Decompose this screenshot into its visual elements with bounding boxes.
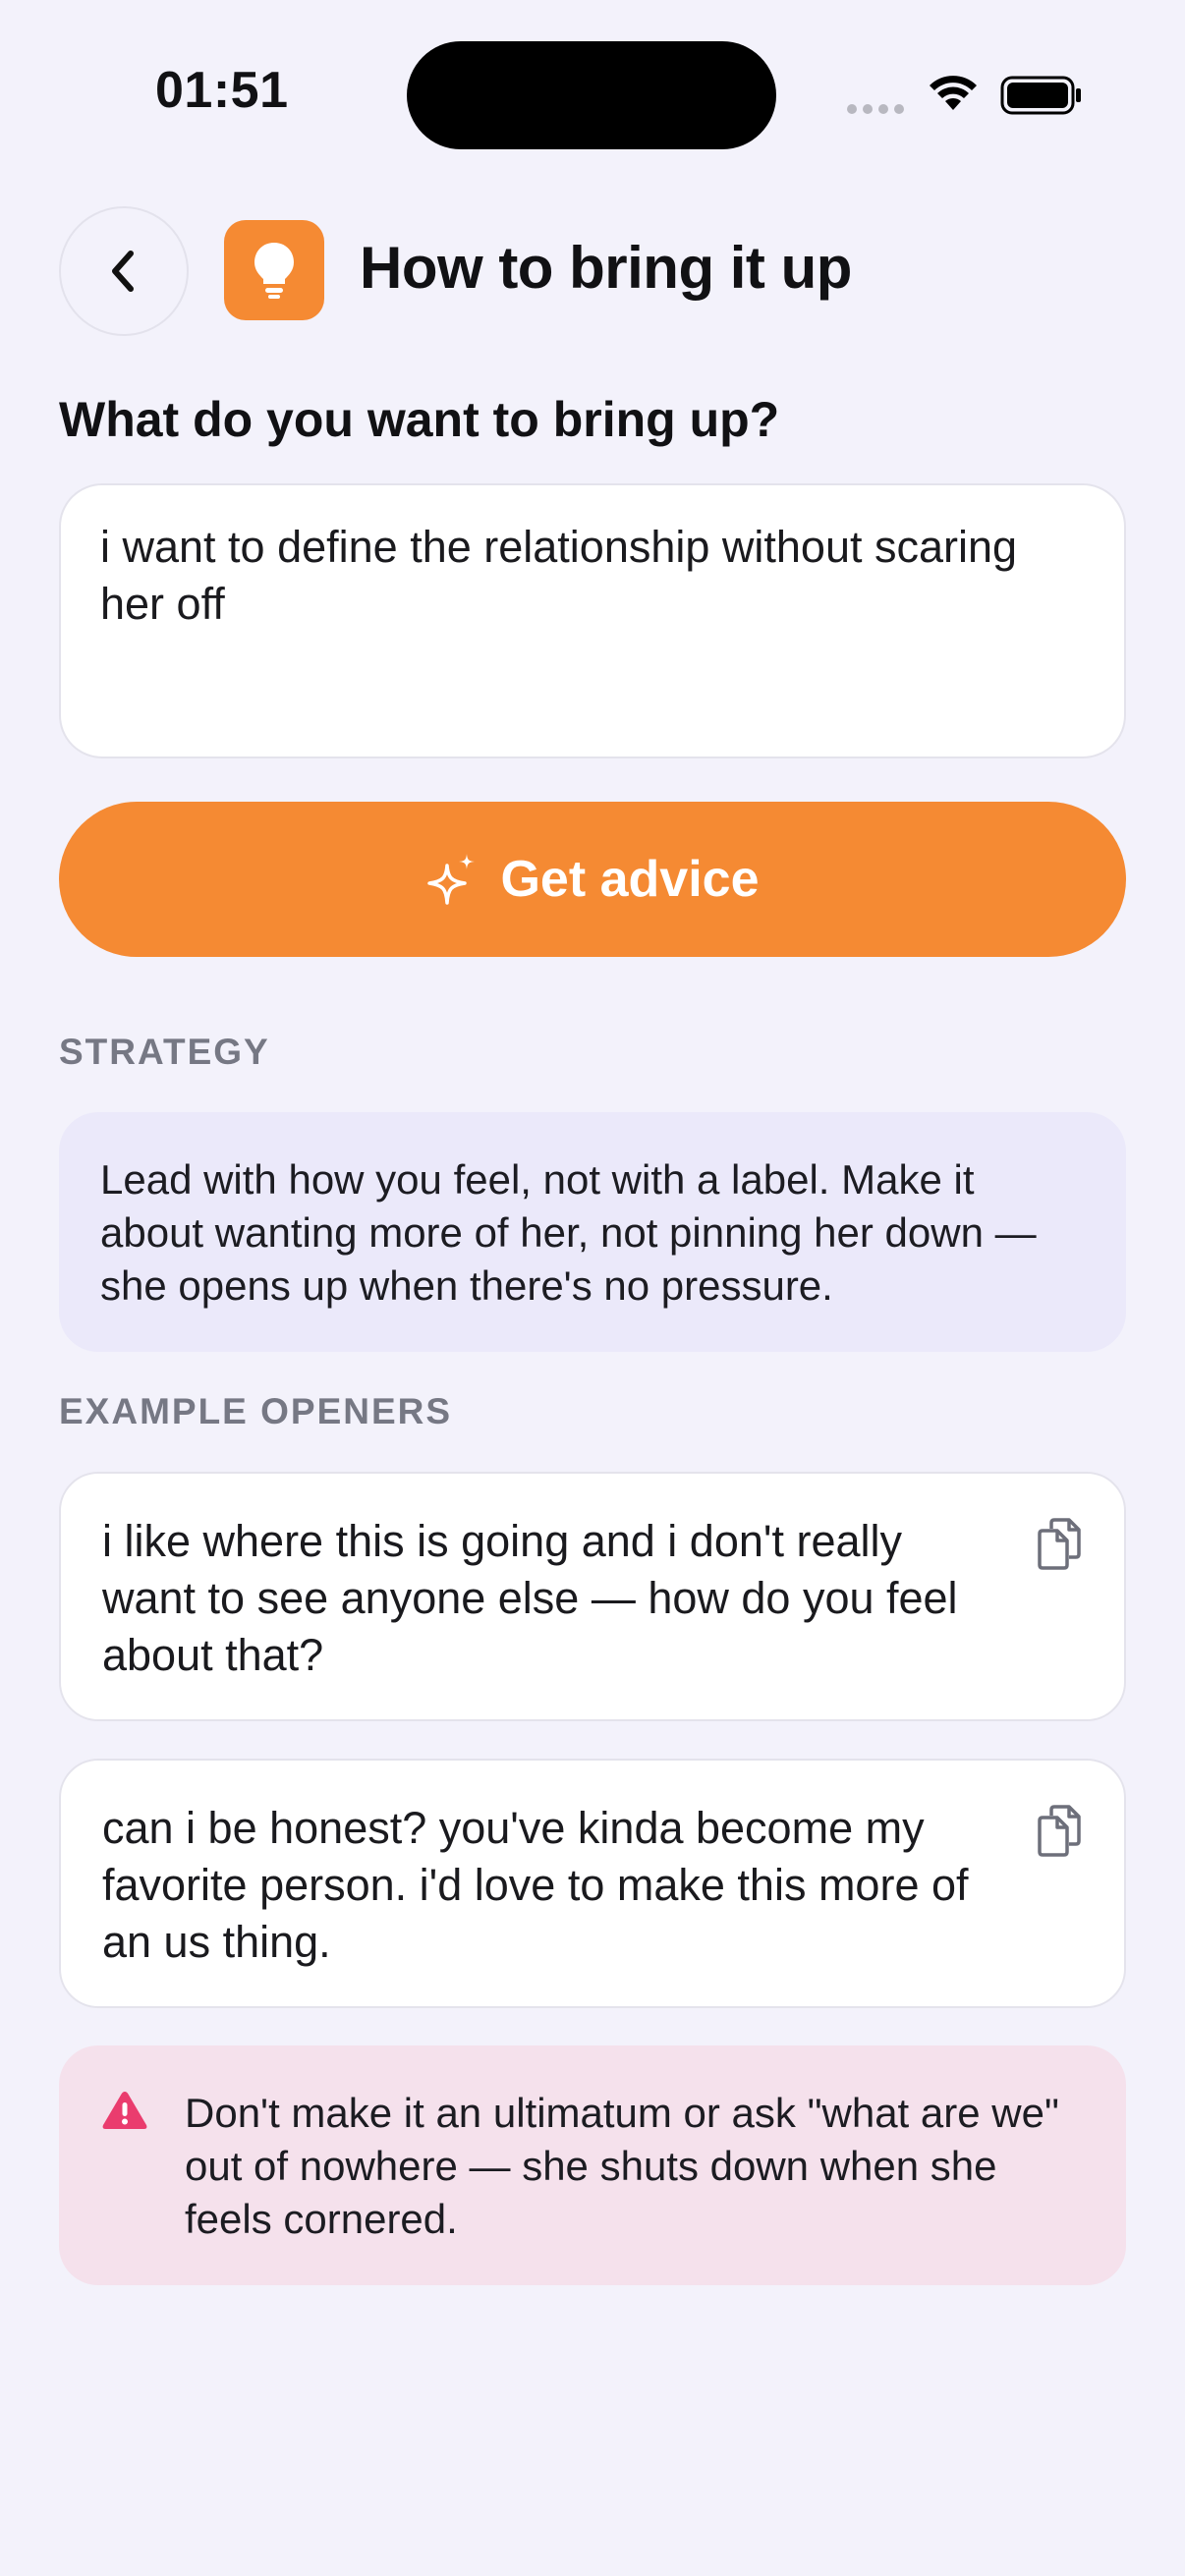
status-indicators xyxy=(847,69,1083,128)
warning-triangle-icon xyxy=(102,2092,147,2129)
chevron-left-icon xyxy=(112,251,134,292)
status-time: 01:51 xyxy=(155,62,289,119)
strategy-heading: STRATEGY xyxy=(59,1032,270,1072)
battery-icon xyxy=(1000,76,1081,115)
app-icon xyxy=(224,220,324,320)
opener-card[interactable]: i like where this is going and i don't r… xyxy=(59,1472,1126,1721)
cellular-signal-icon xyxy=(847,104,904,114)
copy-icon[interactable] xyxy=(1036,1804,1083,1857)
topic-input[interactable]: i want to define the relationship withou… xyxy=(59,483,1126,758)
back-button[interactable] xyxy=(59,206,189,336)
dynamic-island xyxy=(407,41,776,149)
openers-heading: EXAMPLE OPENERS xyxy=(59,1391,453,1431)
question-label: What do you want to bring up? xyxy=(59,392,780,447)
opener-card[interactable]: can i be honest? you've kinda become my … xyxy=(59,1759,1126,2008)
get-advice-label: Get advice xyxy=(500,851,760,908)
lightbulb-icon xyxy=(254,243,294,299)
strategy-text: Lead with how you feel, not with a label… xyxy=(100,1156,1037,1309)
copy-icon[interactable] xyxy=(1036,1517,1083,1570)
sparkles-icon xyxy=(427,854,476,905)
wifi-icon xyxy=(930,76,977,110)
page-title: How to bring it up xyxy=(360,235,852,301)
topic-input-value: i want to define the relationship withou… xyxy=(100,522,1018,629)
opener-text: i like where this is going and i don't r… xyxy=(102,1516,958,1680)
warning-text: Don't make it an ultimatum or ask "what … xyxy=(185,2090,1059,2242)
strategy-card: Lead with how you feel, not with a label… xyxy=(59,1112,1126,1352)
get-advice-button[interactable]: Get advice xyxy=(59,802,1126,957)
screen: 01:51 How to bring it up What do you wan… xyxy=(0,0,1185,2576)
warning-card: Don't make it an ultimatum or ask "what … xyxy=(59,2045,1126,2285)
opener-text: can i be honest? you've kinda become my … xyxy=(102,1803,969,1967)
